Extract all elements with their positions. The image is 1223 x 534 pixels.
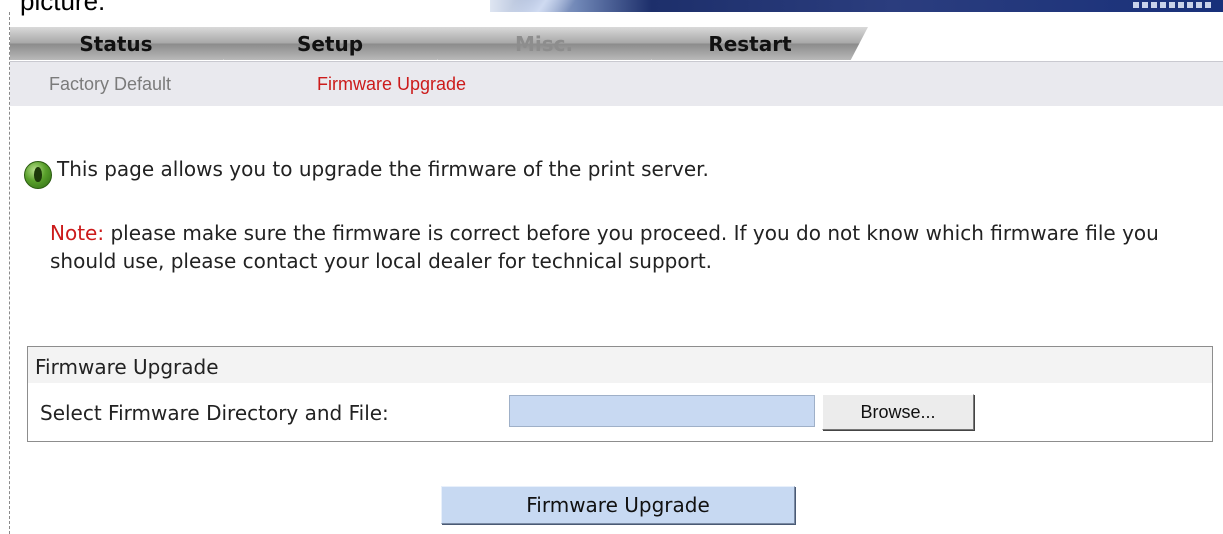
sub-navigation: Factory Default Firmware Upgrade xyxy=(10,61,1223,106)
banner-graphic xyxy=(490,0,1223,12)
banner-glint xyxy=(507,0,577,12)
tab-status[interactable]: Status xyxy=(10,27,242,60)
subnav-factory-default[interactable]: Factory Default xyxy=(49,74,171,95)
firmware-panel-title: Firmware Upgrade xyxy=(35,355,219,379)
tab-misc[interactable]: Misc. xyxy=(438,27,670,60)
firmware-upgrade-button[interactable]: Firmware Upgrade xyxy=(441,486,795,524)
firmware-file-label: Select Firmware Directory and File: xyxy=(40,401,389,425)
firmware-panel-header: Firmware Upgrade xyxy=(28,347,1212,383)
tab-setup-label: Setup xyxy=(296,31,364,56)
note-paragraph: Note: please make sure the firmware is c… xyxy=(50,219,1215,275)
top-caption: picture. xyxy=(20,0,106,16)
browse-button[interactable]: Browse... xyxy=(822,394,974,430)
subnav-firmware-upgrade[interactable]: Firmware Upgrade xyxy=(317,74,466,95)
note-text: please make sure the firmware is correct… xyxy=(50,221,1159,273)
tab-setup[interactable]: Setup xyxy=(224,27,456,60)
banner-corner-decor xyxy=(1133,2,1213,8)
tab-status-label: Status xyxy=(79,31,153,56)
intro-text: This page allows you to upgrade the firm… xyxy=(57,157,709,181)
firmware-upgrade-panel: Firmware Upgrade Select Firmware Directo… xyxy=(27,346,1213,442)
info-icon xyxy=(24,161,52,189)
tab-restart-label: Restart xyxy=(708,31,792,56)
firmware-file-input[interactable] xyxy=(509,395,815,427)
main-tab-bar: Status Setup Misc. Restart xyxy=(10,27,1223,60)
tab-misc-label: Misc. xyxy=(514,31,574,56)
note-label: Note: xyxy=(50,221,105,245)
tab-restart[interactable]: Restart xyxy=(652,27,868,60)
